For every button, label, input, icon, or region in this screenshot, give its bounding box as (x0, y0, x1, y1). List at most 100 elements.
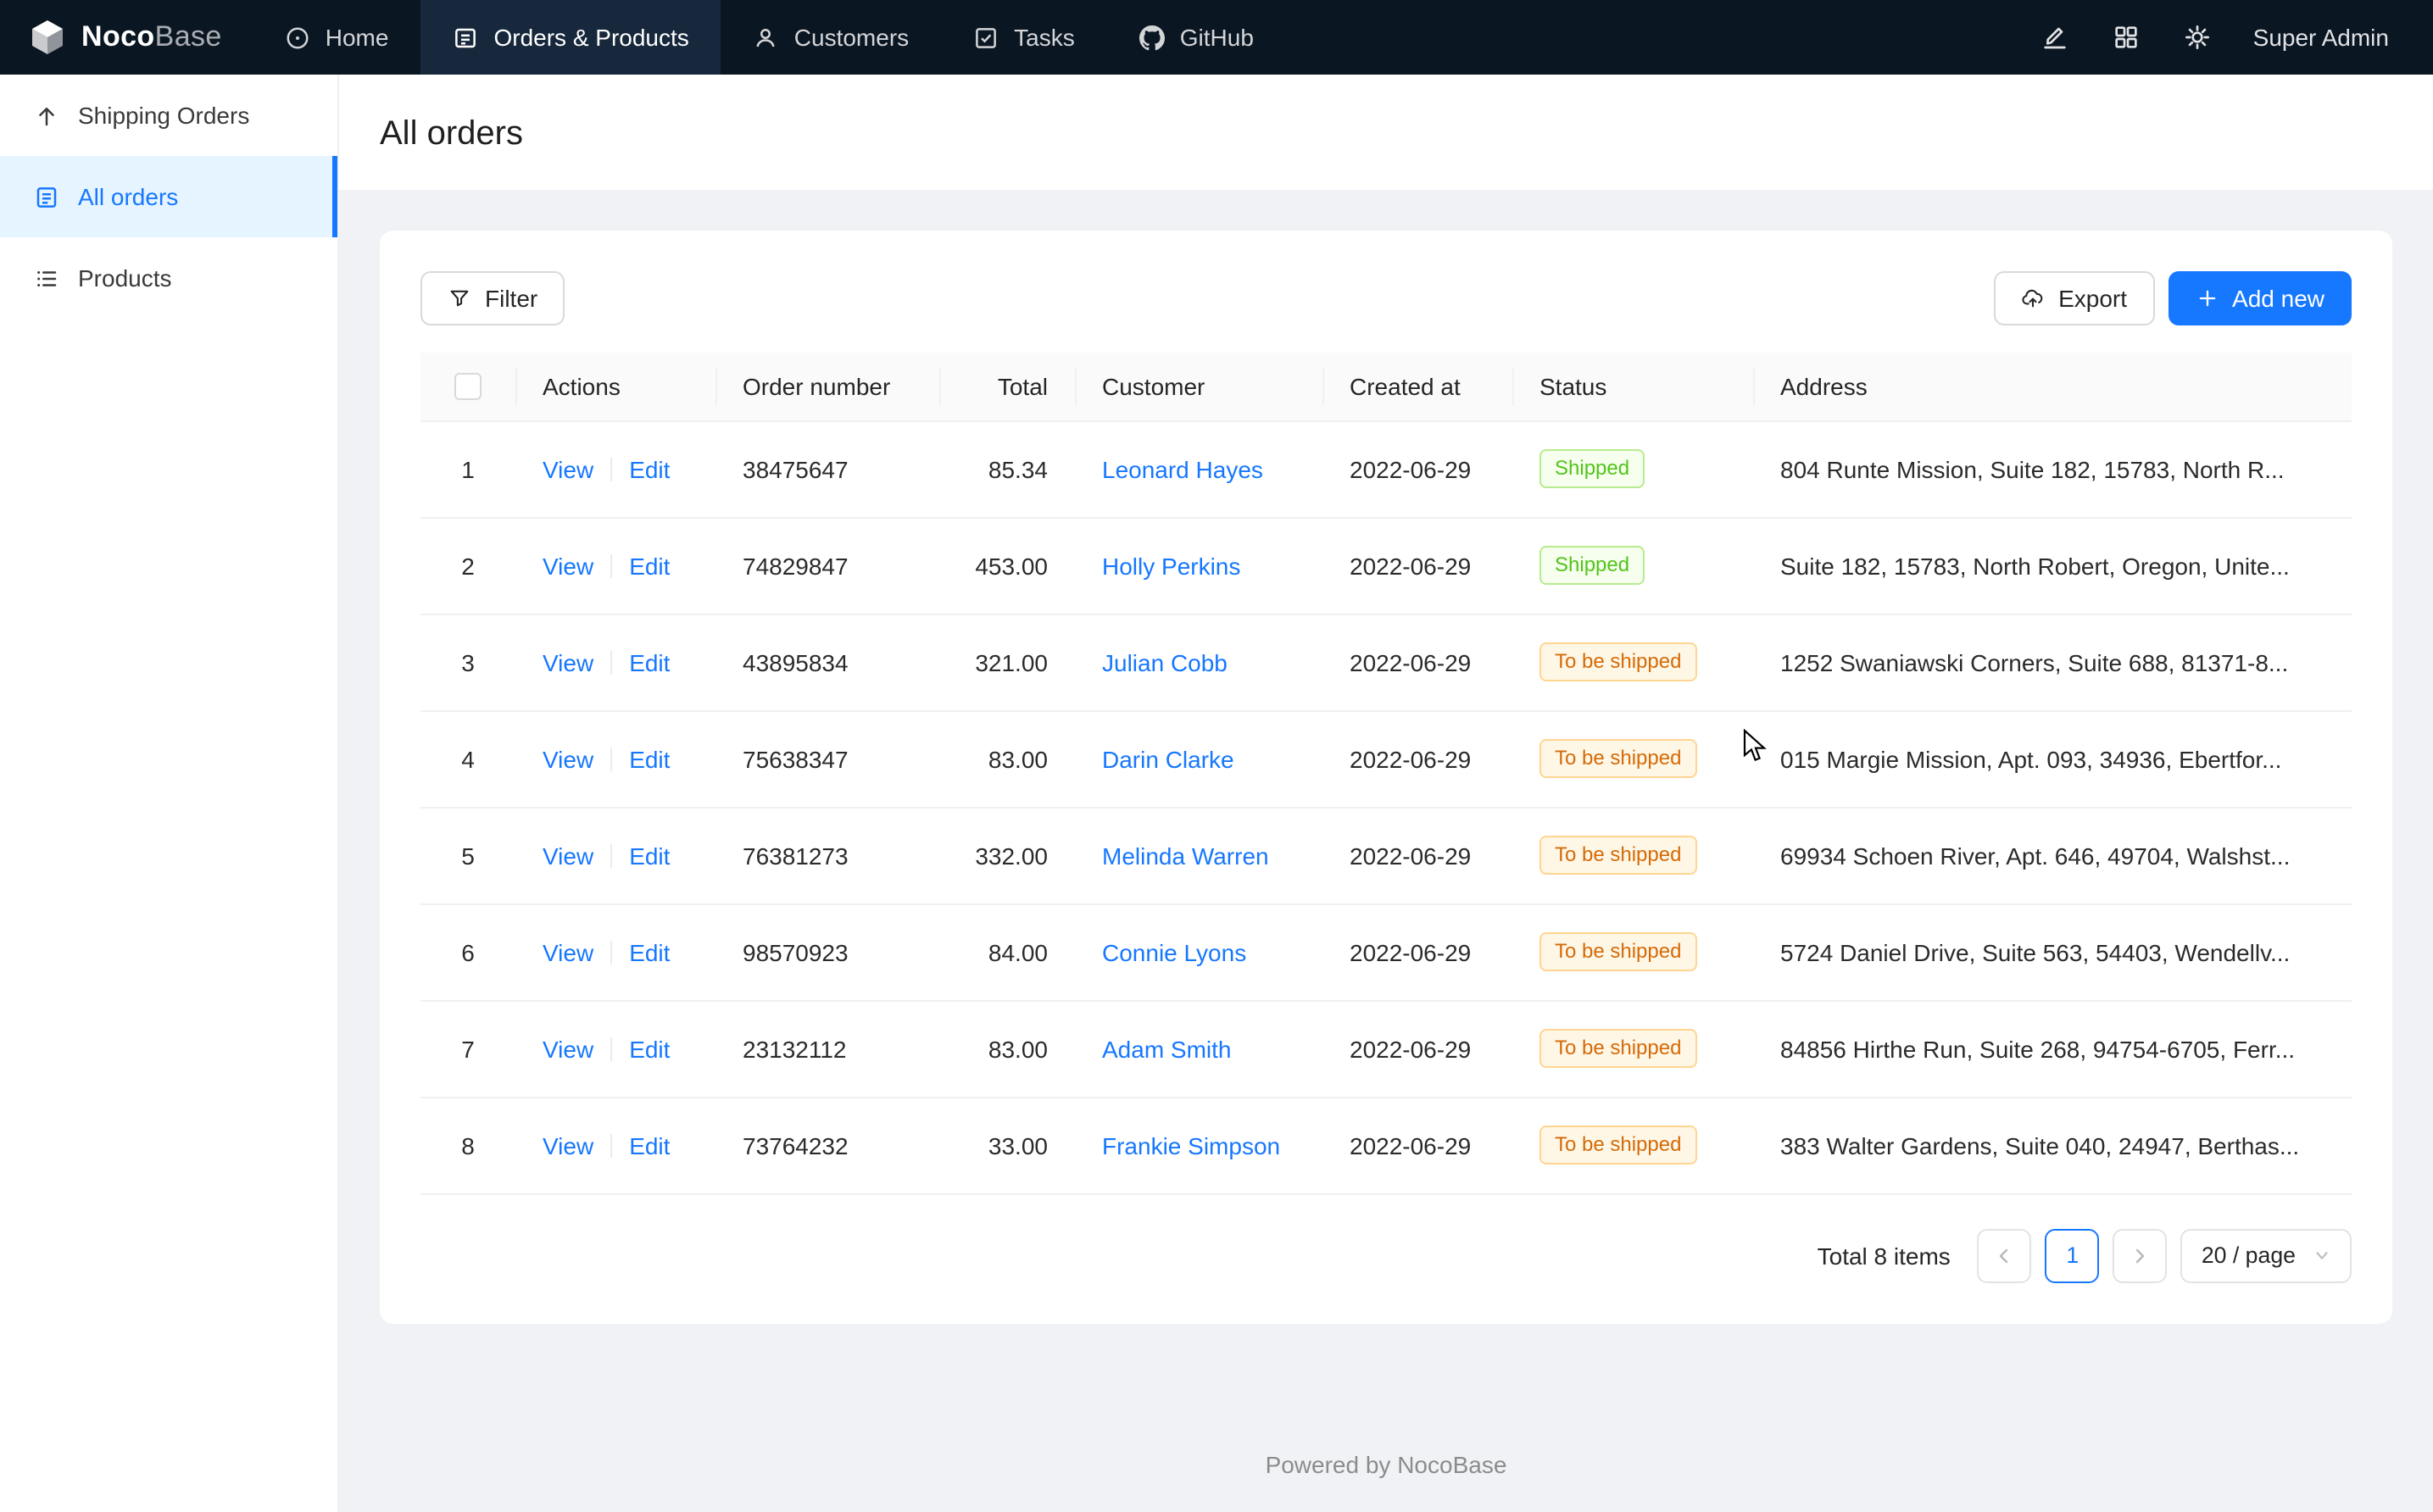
edit-link[interactable]: Edit (629, 745, 670, 772)
nav-item-github[interactable]: GitHub (1107, 0, 1286, 75)
chevron-left-icon (1995, 1245, 2015, 1265)
app-window: NocoBase Home Orders & Products Customer… (0, 0, 2433, 1512)
export-button[interactable]: Export (1994, 271, 2154, 325)
nav-item-tasks[interactable]: Tasks (941, 0, 1107, 75)
table-row: 4 ViewEdit 75638347 83.00 Darin Clarke 2… (420, 710, 2352, 807)
table-row: 3 ViewEdit 43895834 321.00 Julian Cobb 2… (420, 614, 2352, 710)
filter-icon (448, 286, 471, 310)
nav-item-customers[interactable]: Customers (721, 0, 941, 75)
address-cell: 804 Runte Mission, Suite 182, 15783, Nor… (1753, 420, 2352, 517)
row-index: 7 (461, 1035, 475, 1062)
sidebar-item-shipping-orders[interactable]: Shipping Orders (0, 75, 337, 156)
cloud-upload-icon (2021, 286, 2045, 310)
nav-item-home[interactable]: Home (253, 0, 421, 75)
created-at-cell: 2022-06-29 (1322, 517, 1512, 614)
edit-link[interactable]: Edit (629, 1035, 670, 1062)
customer-link[interactable]: Leonard Hayes (1102, 455, 1263, 482)
select-all-checkbox[interactable] (454, 374, 482, 401)
customer-link[interactable]: Adam Smith (1102, 1035, 1232, 1062)
customer-link[interactable]: Darin Clarke (1102, 745, 1234, 772)
sidebar-item-products[interactable]: Products (0, 237, 337, 319)
link-divider (610, 457, 612, 481)
link-divider (610, 1133, 612, 1157)
customers-icon (754, 25, 779, 50)
page-title: All orders (380, 115, 2392, 154)
chevron-right-icon (2130, 1245, 2151, 1265)
tasks-icon (973, 25, 999, 50)
total-cell: 33.00 (939, 1097, 1075, 1193)
user-menu[interactable]: Super Admin (2253, 24, 2389, 51)
plus-icon (2195, 286, 2219, 310)
content-area: Filter Export (339, 190, 2433, 1323)
view-link[interactable]: View (543, 745, 593, 772)
navbar-right: Super Admin (2040, 22, 2433, 53)
edit-link[interactable]: Edit (629, 842, 670, 869)
row-index: 1 (461, 455, 475, 482)
view-link[interactable]: View (543, 938, 593, 965)
nav-item-orders-products[interactable]: Orders & Products (420, 0, 721, 75)
nav-item-label: GitHub (1180, 24, 1254, 51)
top-navbar: NocoBase Home Orders & Products Customer… (0, 0, 2433, 75)
pagination-prev-button[interactable] (1978, 1228, 2032, 1282)
pagination-next-button[interactable] (2113, 1228, 2168, 1282)
page-size-select[interactable]: 20 / page (2181, 1228, 2352, 1282)
total-cell: 83.00 (939, 1000, 1075, 1097)
ui-editor-button[interactable] (2040, 22, 2070, 53)
sidebar-item-label: Shipping Orders (78, 102, 249, 129)
column-header-order-number: Order number (715, 353, 939, 420)
order-number-cell: 98570923 (715, 903, 939, 1000)
view-link[interactable]: View (543, 552, 593, 579)
pagination-total: Total 8 items (1818, 1242, 1951, 1269)
customer-link[interactable]: Connie Lyons (1102, 938, 1246, 965)
arrow-up-icon (34, 103, 59, 128)
view-link[interactable]: View (543, 1131, 593, 1159)
pagination-page-1[interactable]: 1 (2046, 1228, 2100, 1282)
edit-link[interactable]: Edit (629, 552, 670, 579)
github-icon (1139, 25, 1165, 50)
plugin-manager-button[interactable] (2111, 22, 2141, 53)
row-index: 3 (461, 648, 475, 675)
customer-link[interactable]: Melinda Warren (1102, 842, 1269, 869)
sidebar: Shipping Orders All orders Products (0, 75, 339, 1512)
edit-link[interactable]: Edit (629, 938, 670, 965)
sidebar-item-all-orders[interactable]: All orders (0, 156, 337, 237)
view-link[interactable]: View (543, 455, 593, 482)
order-number-cell: 76381273 (715, 807, 939, 903)
view-link[interactable]: View (543, 842, 593, 869)
nav-item-label: Orders & Products (493, 24, 688, 51)
status-badge: To be shipped (1539, 642, 1696, 681)
order-number-cell: 23132112 (715, 1000, 939, 1097)
nocobase-logo[interactable]: NocoBase (0, 17, 253, 58)
filter-button[interactable]: Filter (420, 271, 565, 325)
status-badge: Shipped (1539, 546, 1645, 585)
created-at-cell: 2022-06-29 (1322, 807, 1512, 903)
add-new-button[interactable]: Add new (2168, 271, 2352, 325)
customer-link[interactable]: Julian Cobb (1102, 648, 1228, 675)
customer-link[interactable]: Frankie Simpson (1102, 1131, 1280, 1159)
list-icon (34, 265, 59, 291)
grid-icon (2113, 24, 2140, 51)
row-index: 8 (461, 1131, 475, 1159)
address-cell: 5724 Daniel Drive, Suite 563, 54403, Wen… (1753, 903, 2352, 1000)
total-cell: 453.00 (939, 517, 1075, 614)
edit-link[interactable]: Edit (629, 648, 670, 675)
main-area: All orders Filter (339, 75, 2433, 1512)
edit-link[interactable]: Edit (629, 455, 670, 482)
order-number-cell: 74829847 (715, 517, 939, 614)
edit-link[interactable]: Edit (629, 1131, 670, 1159)
row-index: 4 (461, 745, 475, 772)
order-number-cell: 38475647 (715, 420, 939, 517)
view-link[interactable]: View (543, 648, 593, 675)
export-button-label: Export (2058, 285, 2127, 312)
status-badge: To be shipped (1539, 1029, 1696, 1068)
customer-link[interactable]: Holly Perkins (1102, 552, 1240, 579)
settings-button[interactable] (2182, 22, 2213, 53)
total-cell: 84.00 (939, 903, 1075, 1000)
status-badge: To be shipped (1539, 836, 1696, 875)
total-cell: 85.34 (939, 420, 1075, 517)
table-row: 2 ViewEdit 74829847 453.00 Holly Perkins… (420, 517, 2352, 614)
status-badge: Shipped (1539, 449, 1645, 488)
link-divider (610, 940, 612, 964)
row-index: 6 (461, 938, 475, 965)
view-link[interactable]: View (543, 1035, 593, 1062)
